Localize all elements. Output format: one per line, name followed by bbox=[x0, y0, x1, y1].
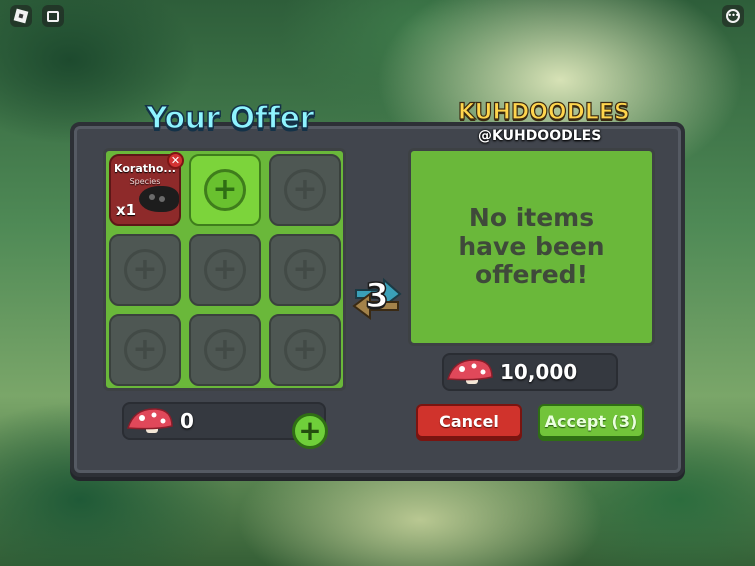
empty-slot: + bbox=[109, 234, 181, 306]
plus-icon: + bbox=[204, 329, 246, 371]
plus-icon: + bbox=[298, 414, 322, 447]
accept-button[interactable]: Accept (3) bbox=[538, 404, 644, 438]
roblox-logo-icon bbox=[13, 8, 29, 24]
more-options-button[interactable]: ••• bbox=[722, 5, 744, 27]
item-type: Species bbox=[129, 177, 161, 186]
plus-icon: + bbox=[204, 249, 246, 291]
your-currency-amount: 0 bbox=[180, 409, 194, 433]
their-currency-amount: 10,000 bbox=[500, 360, 578, 384]
plus-icon: + bbox=[284, 329, 326, 371]
empty-slot: + bbox=[269, 234, 341, 306]
empty-slot: + bbox=[189, 234, 261, 306]
chat-button[interactable] bbox=[42, 5, 64, 27]
your-offer-grid: Koratho... Species x1 ✕ + + + + + + + + bbox=[103, 148, 346, 391]
plus-icon: + bbox=[284, 249, 326, 291]
partner-handle: @KUHDOODLES bbox=[478, 128, 602, 144]
roblox-menu-button[interactable] bbox=[10, 5, 32, 27]
chat-icon bbox=[47, 10, 59, 22]
plus-icon: + bbox=[124, 329, 166, 371]
no-items-message: No items have been offered! bbox=[458, 202, 605, 290]
empty-slot: + bbox=[109, 314, 181, 386]
plus-icon: + bbox=[284, 169, 326, 211]
remove-item-icon[interactable]: ✕ bbox=[167, 152, 184, 169]
mushroom-currency-icon bbox=[127, 408, 173, 433]
plus-icon: + bbox=[204, 169, 246, 211]
partner-name: KUHDOODLES bbox=[457, 99, 630, 125]
empty-slot: + bbox=[189, 314, 261, 386]
cancel-button[interactable]: Cancel bbox=[416, 404, 522, 438]
offer-item-slot[interactable]: Koratho... Species x1 ✕ bbox=[109, 152, 184, 226]
menu-icon: ••• bbox=[726, 9, 740, 23]
their-offer-area: No items have been offered! bbox=[408, 148, 655, 346]
creature-image bbox=[139, 186, 179, 212]
item-quantity: x1 bbox=[116, 201, 137, 219]
mushroom-currency-icon bbox=[447, 359, 493, 384]
empty-slot: + bbox=[269, 154, 341, 226]
trade-countdown: 3 bbox=[364, 275, 389, 317]
empty-slot: + bbox=[269, 314, 341, 386]
plus-icon: + bbox=[124, 249, 166, 291]
add-currency-button[interactable]: + bbox=[292, 413, 328, 449]
add-item-slot[interactable]: + bbox=[189, 154, 261, 226]
your-offer-title: Your Offer bbox=[145, 100, 315, 137]
their-currency-box: 10,000 bbox=[442, 353, 618, 391]
